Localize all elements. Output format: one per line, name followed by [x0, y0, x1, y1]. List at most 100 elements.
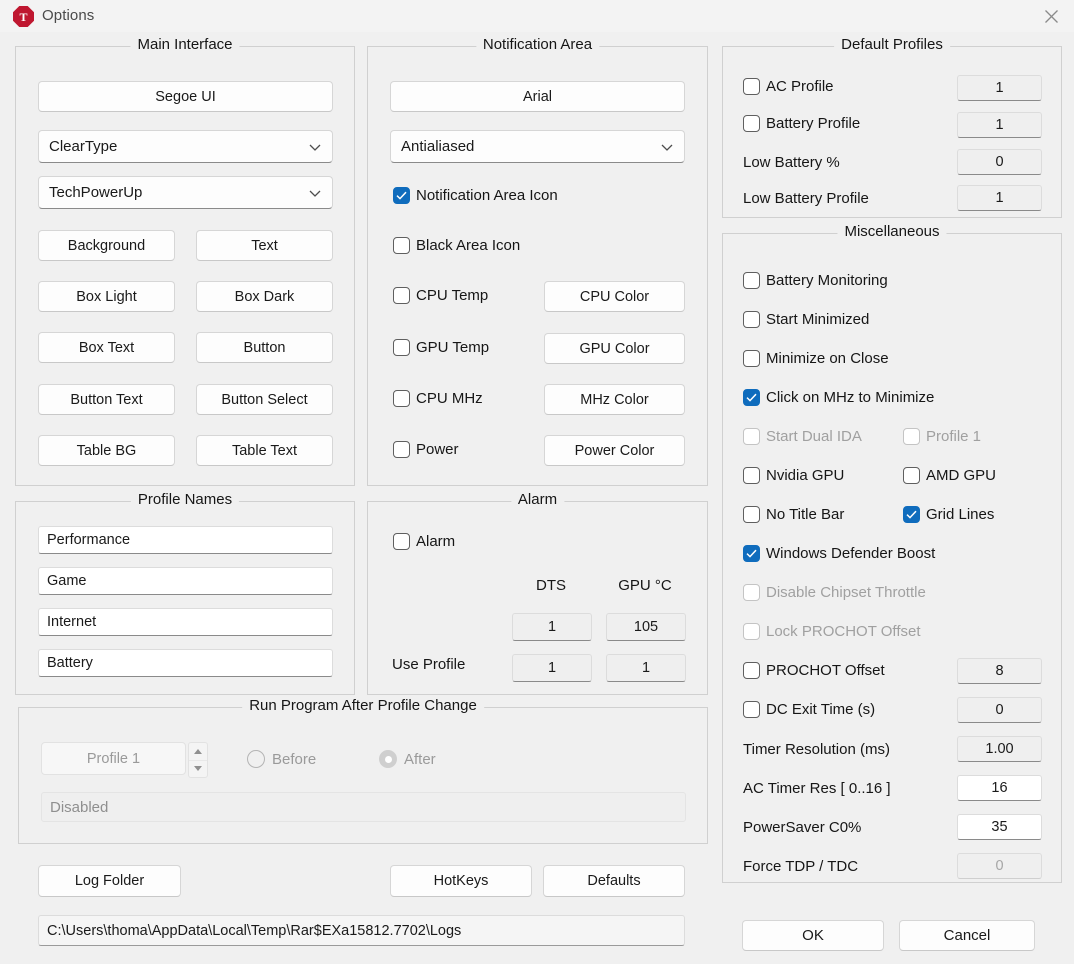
defaults-button[interactable]: Defaults: [543, 865, 685, 897]
profile-name-input-3[interactable]: Internet: [38, 608, 333, 636]
checkbox-box: [743, 428, 760, 445]
checkbox-battery-monitoring[interactable]: Battery Monitoring: [743, 272, 888, 289]
checkbox-power[interactable]: Power: [393, 441, 459, 458]
battery-profile-value[interactable]: 1: [957, 112, 1042, 138]
profile-name-input-4[interactable]: Battery: [38, 649, 333, 677]
main-font-button[interactable]: Segoe UI: [38, 81, 333, 112]
ac-timer-res-value[interactable]: 16: [957, 775, 1042, 801]
main-theme-combo[interactable]: TechPowerUp: [38, 176, 333, 209]
radio-after[interactable]: After: [379, 750, 436, 768]
main-render-combo-value: ClearType: [49, 138, 118, 155]
miscellaneous-legend: Miscellaneous: [837, 223, 947, 240]
checkbox-notification-area-icon[interactable]: Notification Area Icon: [393, 187, 558, 204]
chevron-up-icon: [194, 748, 202, 754]
alarm-threshold-gpu[interactable]: 105: [606, 613, 686, 641]
profile-name-input-1[interactable]: Performance: [38, 526, 333, 554]
chevron-down-icon: [660, 140, 674, 154]
alarm-column-header-gpu: GPU °C: [618, 576, 672, 594]
low-battery-profile-value[interactable]: 1: [957, 185, 1042, 211]
color-button-cpu-color[interactable]: CPU Color: [544, 281, 685, 312]
force-tdp-tdc-value: 0: [957, 853, 1042, 879]
prochot-offset-value[interactable]: 8: [957, 658, 1042, 684]
timer-resolution-value[interactable]: 1.00: [957, 736, 1042, 762]
color-button-button-select[interactable]: Button Select: [196, 384, 333, 415]
log-folder-button[interactable]: Log Folder: [38, 865, 181, 897]
timer-resolution-label: Timer Resolution (ms): [743, 740, 890, 758]
checkbox-cpu-temp[interactable]: CPU Temp: [393, 287, 488, 304]
checkbox-alarm[interactable]: Alarm: [393, 533, 455, 550]
profile-name-input-2[interactable]: Game: [38, 567, 333, 595]
checkbox-nvidia-gpu[interactable]: Nvidia GPU: [743, 467, 844, 484]
checkbox-gpu-temp[interactable]: GPU Temp: [393, 339, 489, 356]
color-button-button[interactable]: Button: [196, 332, 333, 363]
ac-profile-value[interactable]: 1: [957, 75, 1042, 101]
low-battery-percent-value[interactable]: 0: [957, 149, 1042, 175]
checkbox-label: AMD GPU: [926, 467, 997, 484]
color-button-table-text[interactable]: Table Text: [196, 435, 333, 466]
miscellaneous-group: Miscellaneous Battery Monitoring Start M…: [722, 223, 1062, 883]
alarm-group: Alarm Alarm DTS GPU °C 1 105 Use Profile…: [367, 491, 708, 695]
checkbox-ac-profile[interactable]: AC Profile: [743, 78, 834, 95]
ok-button[interactable]: OK: [742, 920, 884, 951]
spinner-up-button[interactable]: [189, 743, 207, 761]
checkbox-box: [743, 506, 760, 523]
alarm-use-profile-dts[interactable]: 1: [512, 654, 592, 682]
window-title: Options: [42, 7, 95, 24]
checkbox-label: Nvidia GPU: [766, 467, 845, 484]
checkbox-box: [743, 115, 760, 132]
checkbox-dc-exit-time[interactable]: DC Exit Time (s): [743, 701, 875, 718]
color-button-gpu-color[interactable]: GPU Color: [544, 333, 685, 364]
hotkeys-button[interactable]: HotKeys: [390, 865, 532, 897]
alarm-threshold-dts[interactable]: 1: [512, 613, 592, 641]
color-button-mhz-color[interactable]: MHz Color: [544, 384, 685, 415]
notification-render-combo[interactable]: Antialiased: [390, 130, 685, 163]
cancel-button[interactable]: Cancel: [899, 920, 1035, 951]
low-battery-profile-label: Low Battery Profile: [743, 189, 869, 207]
run-program-profile-spinner[interactable]: Profile 1: [41, 742, 186, 775]
color-button-text[interactable]: Text: [196, 230, 333, 261]
color-button-table-bg[interactable]: Table BG: [38, 435, 175, 466]
alarm-use-profile-gpu[interactable]: 1: [606, 654, 686, 682]
checkbox-start-minimized[interactable]: Start Minimized: [743, 311, 869, 328]
color-button-button-text[interactable]: Button Text: [38, 384, 175, 415]
radio-circle: [247, 750, 265, 768]
checkbox-cpu-mhz[interactable]: CPU MHz: [393, 390, 483, 407]
checkbox-label: Disable Chipset Throttle: [766, 584, 926, 601]
main-render-combo[interactable]: ClearType: [38, 130, 333, 163]
checkbox-box: [743, 545, 760, 562]
alarm-legend: Alarm: [510, 491, 565, 508]
run-program-path-field[interactable]: Disabled: [41, 792, 686, 822]
checkbox-prochot-offset[interactable]: PROCHOT Offset: [743, 662, 885, 679]
checkbox-box: [903, 506, 920, 523]
color-button-power-color[interactable]: Power Color: [544, 435, 685, 466]
alarm-use-profile-label: Use Profile: [392, 655, 466, 673]
spinner-down-button[interactable]: [189, 761, 207, 778]
color-button-box-light[interactable]: Box Light: [38, 281, 175, 312]
color-button-background[interactable]: Background: [38, 230, 175, 261]
checkbox-label: Grid Lines: [926, 506, 995, 523]
powersaver-c0-value[interactable]: 35: [957, 814, 1042, 840]
radio-before[interactable]: Before: [247, 750, 316, 768]
checkbox-grid-lines[interactable]: Grid Lines: [903, 506, 994, 523]
checkbox-minimize-on-close[interactable]: Minimize on Close: [743, 350, 889, 367]
checkbox-battery-profile[interactable]: Battery Profile: [743, 115, 860, 132]
checkbox-click-mhz-minimize[interactable]: Click on MHz to Minimize: [743, 389, 934, 406]
profile-names-group: Profile Names Performance Game Internet …: [15, 491, 355, 695]
log-path-field[interactable]: C:\Users\thoma\AppData\Local\Temp\Rar$EX…: [38, 915, 685, 946]
checkbox-label: Profile 1: [926, 428, 982, 445]
run-program-spinner-arrows[interactable]: [188, 742, 208, 778]
checkbox-no-title-bar[interactable]: No Title Bar: [743, 506, 844, 523]
dc-exit-time-value[interactable]: 0: [957, 697, 1042, 723]
run-program-legend: Run Program After Profile Change: [242, 697, 484, 714]
close-icon[interactable]: [1028, 0, 1074, 32]
notification-font-button[interactable]: Arial: [390, 81, 685, 112]
checkbox-amd-gpu[interactable]: AMD GPU: [903, 467, 996, 484]
color-button-box-dark[interactable]: Box Dark: [196, 281, 333, 312]
checkbox-black-area-icon[interactable]: Black Area Icon: [393, 237, 520, 254]
checkbox-windows-defender-boost[interactable]: Windows Defender Boost: [743, 545, 935, 562]
chevron-down-icon: [308, 140, 322, 154]
checkbox-label: Start Minimized: [766, 311, 870, 328]
color-button-box-text[interactable]: Box Text: [38, 332, 175, 363]
main-interface-group: Main Interface Segoe UI ClearType TechPo…: [15, 36, 355, 486]
notification-area-group: Notification Area Arial Antialiased Noti…: [367, 36, 708, 486]
